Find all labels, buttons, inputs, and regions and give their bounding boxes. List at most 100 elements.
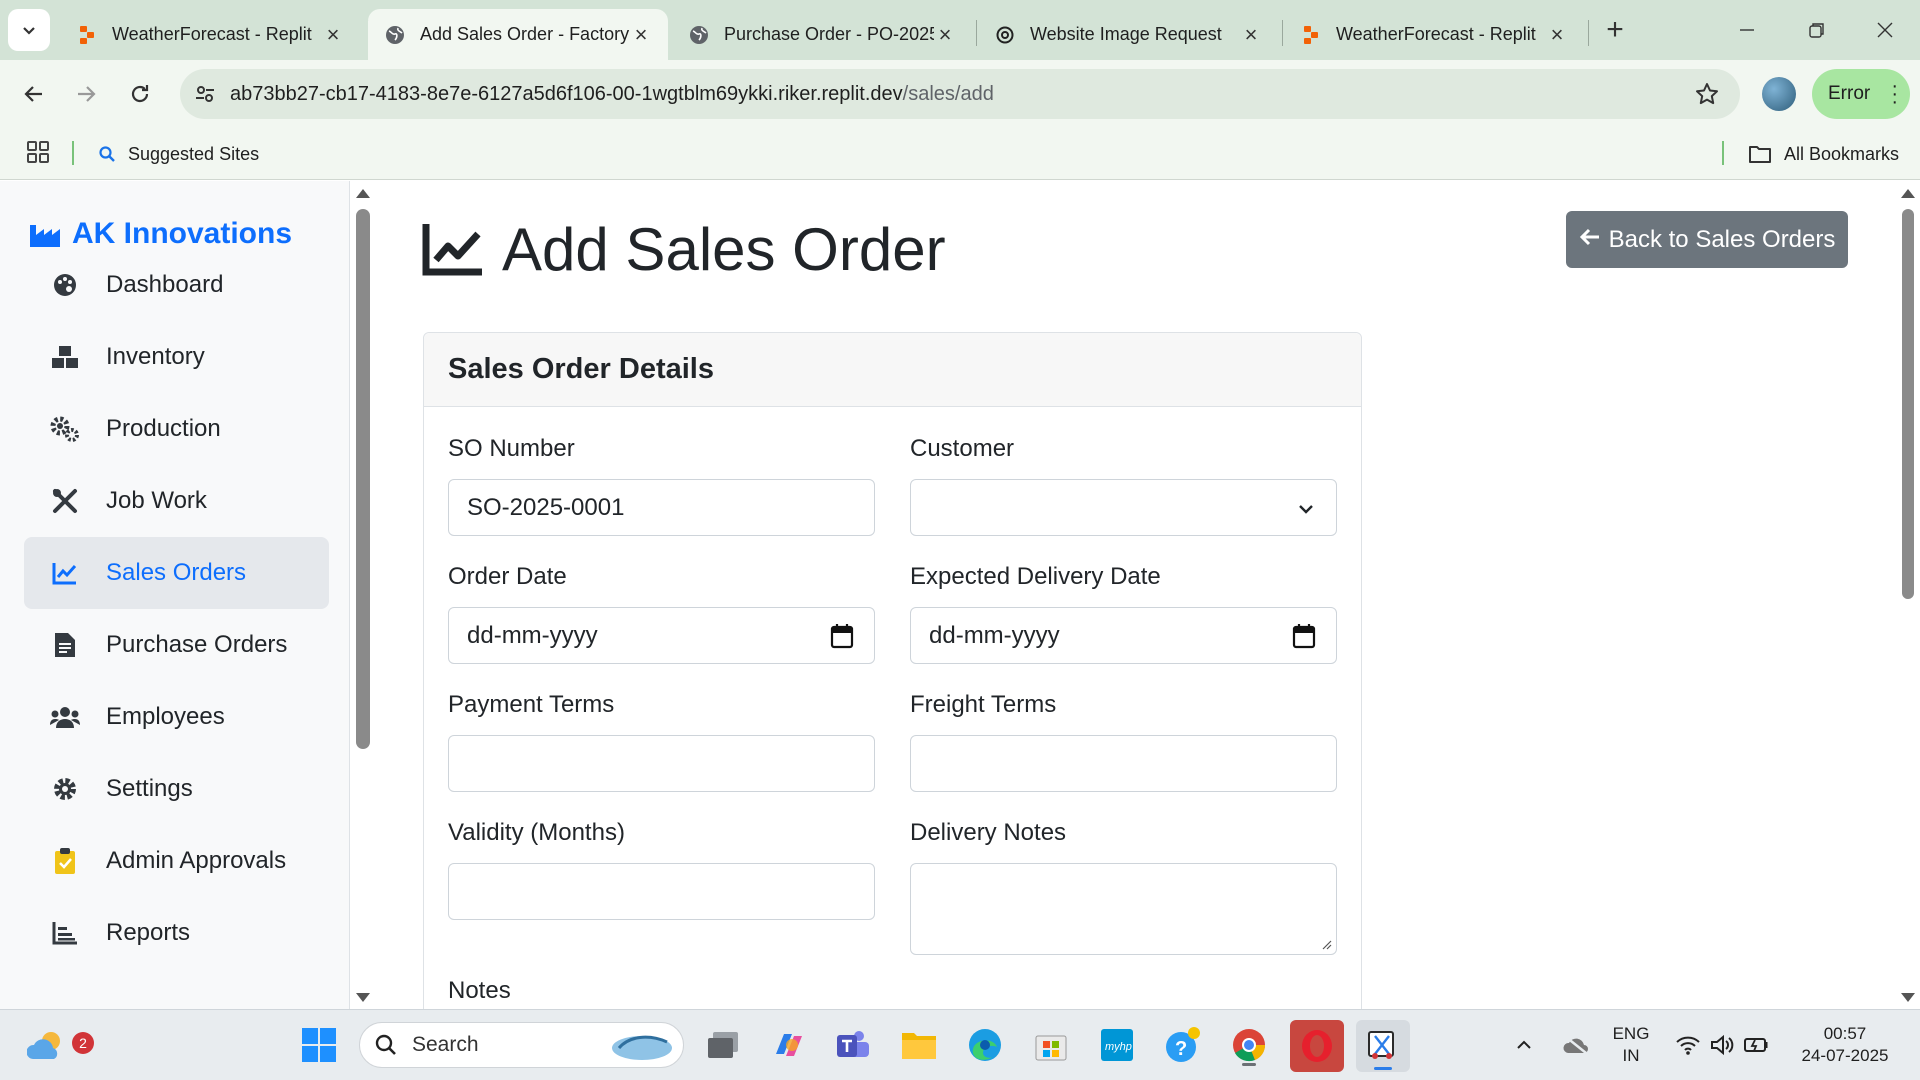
sidebar-item-label: Production [106, 415, 221, 442]
customer-select[interactable] [910, 479, 1337, 536]
scroll-up-icon[interactable] [356, 189, 370, 198]
brand-logo[interactable]: AK Innovations [30, 217, 292, 251]
browser-tab-5[interactable]: WeatherForecast - Replit × [1284, 9, 1584, 60]
taskbar-search[interactable]: Search [359, 1022, 684, 1068]
windows-logo-icon [302, 1028, 336, 1062]
browser-tab-4[interactable]: Website Image Request × [978, 9, 1278, 60]
site-info-icon[interactable] [180, 69, 230, 119]
chart-bar-icon [50, 918, 80, 948]
delivery-notes-textarea[interactable] [910, 863, 1337, 955]
sidebar-item-inventory[interactable]: Inventory [24, 321, 329, 393]
restore-button[interactable] [1792, 10, 1842, 50]
error-menu-button[interactable]: Error · · · [1812, 69, 1910, 119]
bookmark-suggested-sites[interactable]: Suggested Sites [98, 140, 259, 168]
close-window-button[interactable] [1860, 10, 1910, 50]
windows-taskbar: 2 Search myhp ? ENG IN 00:57 24-07-2025 [0, 1009, 1920, 1080]
copilot-button[interactable] [766, 1022, 812, 1068]
myhp-button[interactable]: myhp [1094, 1022, 1140, 1068]
page-title: Add Sales Order [422, 215, 946, 284]
file-explorer-button[interactable] [896, 1022, 942, 1068]
url-text: ab73bb27-cb17-4183-8e7e-6127a5d6f106-00-… [230, 83, 994, 106]
arrow-left-icon [1579, 226, 1601, 254]
so-number-input[interactable]: SO-2025-0001 [448, 479, 875, 536]
sidebar-item-sales-orders[interactable]: Sales Orders [24, 537, 329, 609]
delivery-date-input[interactable]: dd-mm-yyyy [910, 607, 1337, 664]
browser-tab-1[interactable]: WeatherForecast - Replit × [60, 9, 360, 60]
close-icon[interactable]: × [630, 23, 652, 46]
show-hidden-icons-button[interactable] [1504, 1022, 1544, 1068]
sidebar-item-label: Job Work [106, 487, 207, 514]
store-button[interactable] [1028, 1022, 1074, 1068]
freight-terms-input[interactable] [910, 735, 1337, 792]
browser-tab-2-active[interactable]: Add Sales Order - Factory × [368, 9, 668, 60]
arrow-right-icon [78, 86, 96, 102]
close-icon[interactable]: × [1240, 23, 1262, 46]
edge-icon [969, 1029, 1001, 1061]
weather-widget[interactable]: 2 [24, 1022, 94, 1068]
profile-avatar[interactable] [1762, 77, 1796, 111]
sidebar-item-label: Inventory [106, 343, 205, 370]
validity-input[interactable] [448, 863, 875, 920]
calendar-icon[interactable] [1292, 623, 1316, 656]
back-to-sales-orders-button[interactable]: Back to Sales Orders [1566, 211, 1848, 268]
main-content: Add Sales Order Back to Sales Orders Sal… [376, 181, 1896, 1009]
clock-time: 00:57 [1823, 1024, 1867, 1043]
sidebar-item-reports[interactable]: Reports [24, 897, 329, 969]
sidebar-item-job-work[interactable]: Job Work [24, 465, 329, 537]
replit-icon [1300, 24, 1322, 46]
minimize-button[interactable] [1722, 10, 1772, 50]
sidebar-item-label: Dashboard [106, 271, 224, 298]
start-button[interactable] [296, 1022, 342, 1068]
all-bookmarks-button[interactable]: All Bookmarks [1748, 140, 1899, 168]
chrome-button[interactable] [1226, 1022, 1272, 1068]
scroll-thumb[interactable] [356, 209, 370, 749]
address-bar[interactable]: ab73bb27-cb17-4183-8e7e-6127a5d6f106-00-… [180, 69, 1740, 119]
cloud-off-icon [1563, 1036, 1588, 1054]
browser-tabstrip: WeatherForecast - Replit × Add Sales Ord… [0, 0, 1920, 60]
sidebar-item-purchase-orders[interactable]: Purchase Orders [24, 609, 329, 681]
sidebar-item-label: Admin Approvals [106, 847, 287, 874]
bookmark-star-icon[interactable] [1694, 81, 1720, 107]
task-view-button[interactable] [700, 1022, 746, 1068]
back-nav-button[interactable] [12, 72, 56, 116]
scroll-thumb[interactable] [1902, 209, 1914, 599]
teams-button[interactable] [830, 1022, 876, 1068]
sidebar-item-admin-approvals[interactable]: Admin Approvals [24, 825, 329, 897]
language-indicator[interactable]: ENG IN [1606, 1023, 1656, 1067]
delivery-notes-label: Delivery Notes [910, 819, 1067, 846]
sidebar-item-settings[interactable]: Settings [24, 753, 329, 825]
onedrive-button[interactable] [1554, 1022, 1598, 1068]
close-icon[interactable]: × [934, 23, 956, 46]
scroll-down-icon[interactable] [356, 993, 370, 1002]
resize-grip-icon[interactable] [1320, 938, 1332, 950]
scroll-down-icon[interactable] [1901, 993, 1915, 1002]
main-scrollbar[interactable] [1896, 181, 1920, 1009]
sidebar-item-employees[interactable]: Employees [24, 681, 329, 753]
edge-button[interactable] [962, 1022, 1008, 1068]
scroll-up-icon[interactable] [1901, 189, 1915, 198]
tab-search-button[interactable] [8, 9, 50, 51]
quick-settings-button[interactable] [1666, 1022, 1778, 1068]
industry-icon [30, 225, 60, 247]
clock[interactable]: 00:57 24-07-2025 [1790, 1023, 1900, 1067]
payment-terms-input[interactable] [448, 735, 875, 792]
get-help-button[interactable]: ? [1160, 1022, 1206, 1068]
sidebar-scrollbar[interactable] [352, 181, 374, 1009]
running-indicator [1242, 1063, 1256, 1066]
clipboard-check-icon [50, 846, 80, 876]
sidebar-item-production[interactable]: Production [24, 393, 329, 465]
apps-grid-icon[interactable] [26, 140, 52, 166]
close-icon[interactable]: × [1546, 23, 1568, 46]
opera-button[interactable] [1290, 1020, 1344, 1072]
more-vert-icon: · · · [1891, 75, 1898, 113]
folder-icon [1749, 146, 1771, 163]
close-icon[interactable]: × [322, 23, 344, 46]
forward-nav-button[interactable] [64, 72, 108, 116]
sidebar-item-dashboard[interactable]: Dashboard [24, 249, 329, 321]
reload-button[interactable] [118, 72, 162, 116]
order-date-input[interactable]: dd-mm-yyyy [448, 607, 875, 664]
calendar-icon[interactable] [830, 623, 854, 656]
browser-tab-3[interactable]: Purchase Order - PO-2025 × [672, 9, 972, 60]
snipping-tool-button[interactable] [1356, 1020, 1410, 1072]
new-tab-button[interactable]: + [1598, 14, 1632, 48]
